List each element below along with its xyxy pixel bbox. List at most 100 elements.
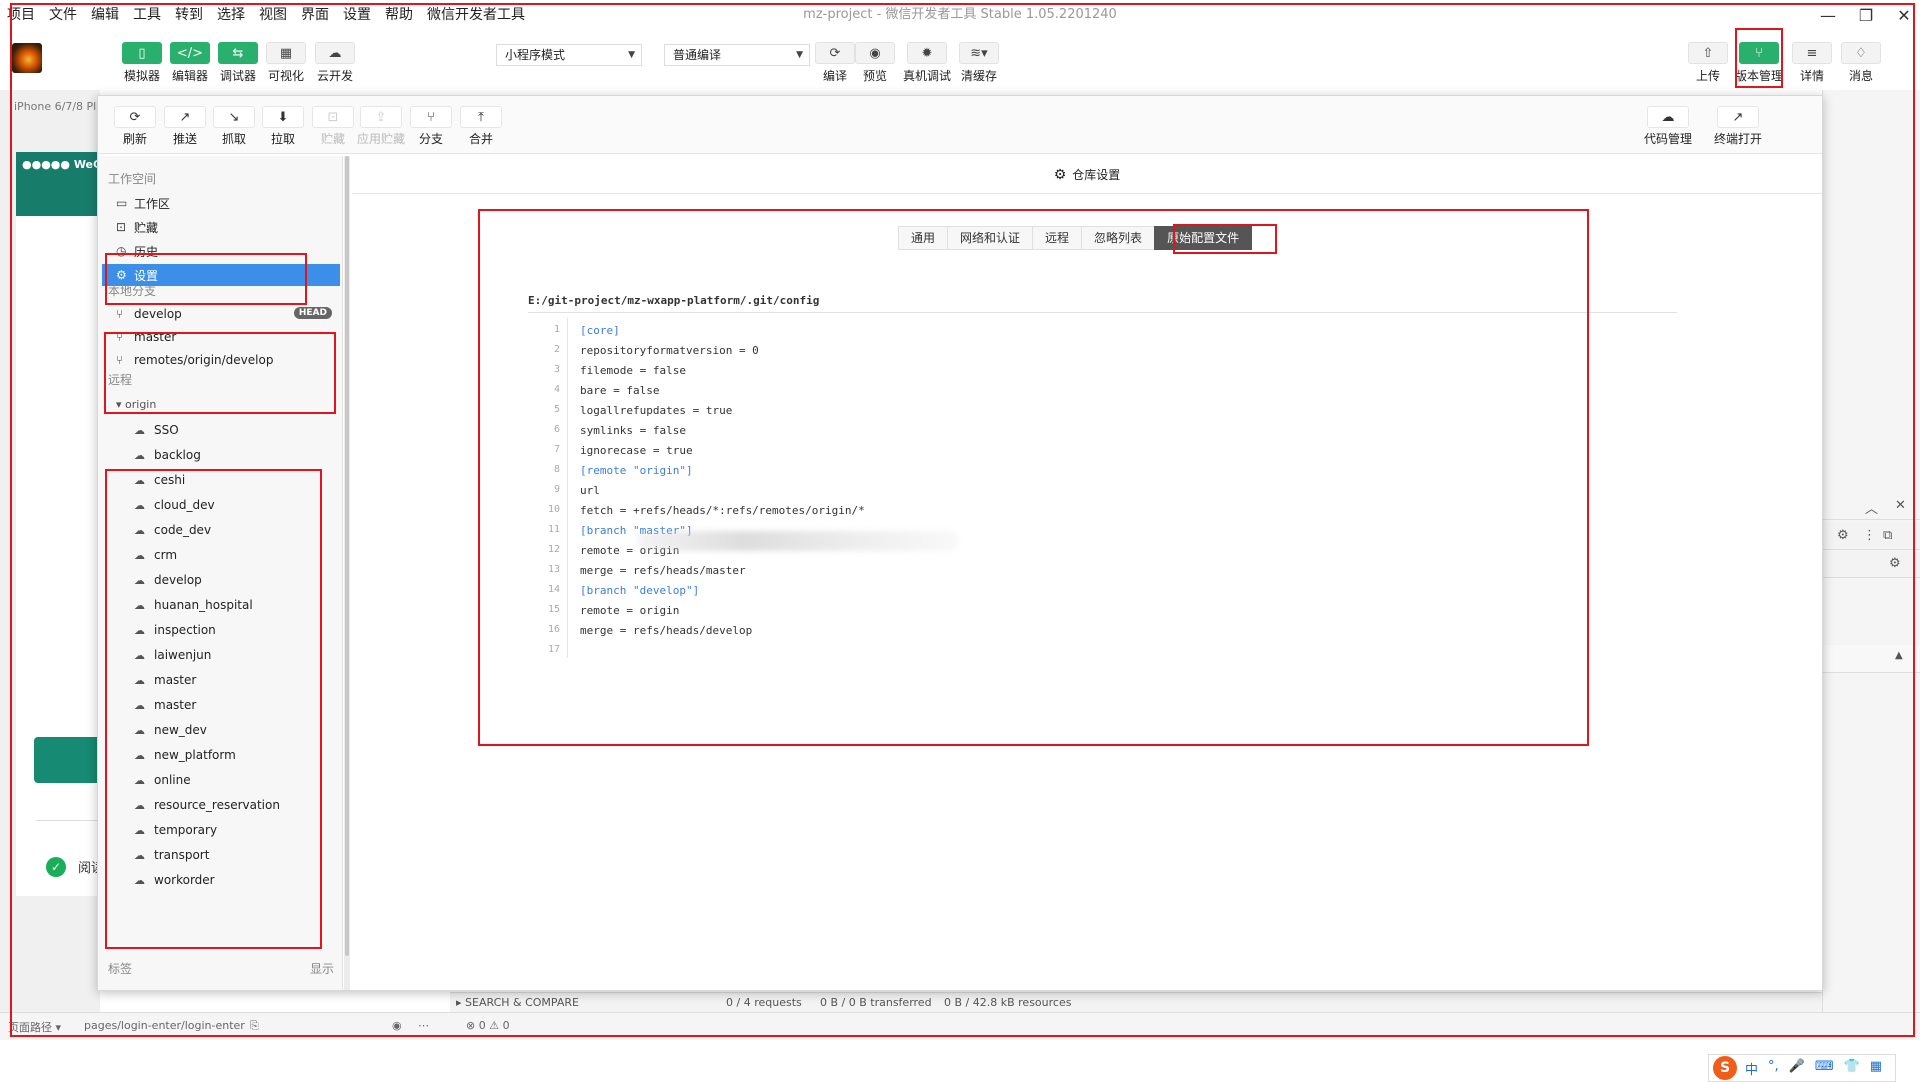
toolbar-button-phone[interactable]: ▯ 模拟器 [117,42,167,84]
gear-icon[interactable]: ⚙ [1889,556,1901,571]
remote-branch-item[interactable]: ☁ resource_reservation [122,794,340,816]
search-compare-toggle[interactable]: ▸ SEARCH & COMPARE [456,996,579,1009]
remote-branch-item[interactable]: ☁ crm [122,544,340,566]
local-branch-item[interactable]: ⑂ remotes/origin/develop [102,349,340,371]
tab-2[interactable]: 远程 [1032,226,1083,250]
ime-key-4[interactable]: 👕 [1844,1059,1860,1078]
git-button-merge[interactable]: ⤒ 合并 [456,106,506,147]
code-line[interactable]: ignorecase = true [580,444,693,457]
chevron-up-icon[interactable]: ︿ [1865,498,1878,517]
close-icon[interactable]: ✕ [1884,0,1920,30]
remote-branch-item[interactable]: ☁ backlog [122,444,340,466]
menu-item-6[interactable]: 视图 [252,0,294,30]
ime-toolbar[interactable]: S 中 °, 🎤 ⌨ 👕 ▦ [1708,1054,1896,1082]
menu-item-0[interactable]: 项目 [0,0,42,30]
sidebar-item-1[interactable]: ⊡ 贮藏 [102,216,340,238]
code-line[interactable]: remote = origin [580,604,679,617]
code-line[interactable]: bare = false [580,384,659,397]
remote-branch-item[interactable]: ☁ online [122,769,340,791]
ime-key-2[interactable]: 🎤 [1789,1059,1805,1078]
remote-branch-item[interactable]: ☁ ceshi [122,469,340,491]
compile-select[interactable]: 普通编译 ▼ [664,44,810,66]
code-line[interactable]: repositoryformatversion = 0 [580,344,759,357]
toolbar-button-bug[interactable]: ✹ 真机调试 [902,42,952,84]
toolbar-button-menu[interactable]: ≡ 详情 [1787,42,1837,84]
git-button-cloud-code[interactable]: ☁ 代码管理 [1643,106,1693,147]
git-button-external[interactable]: ↗ 终端打开 [1713,106,1763,147]
remote-branch-item[interactable]: ☁ code_dev [122,519,340,541]
code-line[interactable]: [remote "origin"] [580,464,693,477]
config-editor[interactable]: 1 2 3 4 5 6 7 8 9 10 11 12 13 14 15 16 17 [core] reposito… [528,318,1677,658]
remote-branch-item[interactable]: ☁ workorder [122,869,340,891]
sidebar-item-2[interactable]: ◷ 历史 [102,240,340,262]
copy-icon[interactable]: ⎘ [250,1019,259,1033]
sogou-logo-icon[interactable]: S [1713,1056,1737,1080]
menu-item-5[interactable]: 选择 [210,0,252,30]
ime-key-1[interactable]: °, [1768,1059,1779,1078]
remote-branch-item[interactable]: ☁ new_dev [122,719,340,741]
menu-item-10[interactable]: 微信开发者工具 [420,0,532,30]
code-line[interactable]: url [580,484,600,497]
toolbar-button-branch[interactable]: ⑂ 版本管理 [1734,42,1784,84]
check-icon[interactable]: ✓ [46,857,66,877]
toolbar-button-eye[interactable]: ◉ 预览 [850,42,900,84]
code-line[interactable]: [core] [580,324,620,337]
ime-key-0[interactable]: 中 [1745,1059,1758,1078]
mode-select[interactable]: 小程序模式 ▼ [496,44,642,66]
toolbar-button-debug[interactable]: ⇆ 调试器 [213,42,263,84]
remote-origin-toggle[interactable]: ▾ origin [116,398,156,411]
toolbar-button-layers[interactable]: ≋▾ 清缓存 [954,42,1004,84]
code-line[interactable]: filemode = false [580,364,686,377]
menu-item-3[interactable]: 工具 [126,0,168,30]
code-line[interactable]: merge = refs/heads/develop [580,624,752,637]
remote-branch-item[interactable]: ☁ master [122,669,340,691]
toolbar-button-bell[interactable]: ♢ 消息 [1836,42,1886,84]
menu-item-9[interactable]: 帮助 [378,0,420,30]
toolbar-button-cloud[interactable]: ☁ 云开发 [310,42,360,84]
menu-item-8[interactable]: 设置 [336,0,378,30]
git-button-refresh[interactable]: ⟳ 刷新 [110,106,160,147]
triangle-up-icon[interactable]: ▲ [1895,650,1903,661]
error-warning-count[interactable]: ⊗ 0 ⚠ 0 [466,1019,510,1032]
tags-show-link[interactable]: 显示 [310,960,334,977]
more-icon[interactable]: ⋯ [418,1019,429,1032]
toolbar-button-upload[interactable]: ⇧ 上传 [1683,42,1733,84]
remote-branch-item[interactable]: ☁ master [122,694,340,716]
dock-icon[interactable]: ⧉ [1883,528,1892,543]
code-line[interactable]: merge = refs/heads/master [580,564,746,577]
ime-key-3[interactable]: ⌨ [1815,1059,1834,1078]
menu-item-4[interactable]: 转到 [168,0,210,30]
sidebar-item-0[interactable]: ▭ 工作区 [102,192,340,214]
remote-branch-item[interactable]: ☁ huanan_hospital [122,594,340,616]
git-button-branch[interactable]: ⑂ 分支 [406,106,456,147]
avatar[interactable] [12,43,42,73]
remote-branch-item[interactable]: ☁ transport [122,844,340,866]
minimize-icon[interactable]: — [1808,0,1848,30]
code-line[interactable]: [branch "develop"] [580,584,699,597]
sidebar-scrollbar[interactable] [344,156,350,990]
simulator-login-button[interactable] [34,737,100,783]
simulator-screen[interactable] [16,216,100,896]
code-line[interactable]: fetch = +refs/heads/*:refs/remotes/origi… [580,504,865,517]
menu-item-7[interactable]: 界面 [294,0,336,30]
device-label[interactable]: iPhone 6/7/8 Plus [14,100,100,113]
tab-1[interactable]: 网络和认证 [947,226,1034,250]
remote-branch-item[interactable]: ☁ laiwenjun [122,644,340,666]
tab-3[interactable]: 忽略列表 [1081,226,1156,250]
menu-item-1[interactable]: 文件 [42,0,84,30]
remote-branch-item[interactable]: ☁ cloud_dev [122,494,340,516]
toolbar-button-code[interactable]: </> 编辑器 [165,42,215,84]
close-icon[interactable]: ✕ [1895,498,1906,513]
restore-icon[interactable]: ❐ [1846,0,1886,30]
git-button-pull[interactable]: ⬇ 拉取 [258,106,308,147]
menu-item-2[interactable]: 编辑 [84,0,126,30]
remote-branch-item[interactable]: ☁ SSO [122,419,340,441]
page-path-label[interactable]: 页面路径 ▾ [8,1019,61,1035]
local-branch-item[interactable]: ⑂ develop HEAD [102,303,340,325]
toolbar-button-layout[interactable]: ▦ 可视化 [261,42,311,84]
code-line[interactable]: symlinks = false [580,424,686,437]
more-icon[interactable]: ⋮ [1863,528,1876,543]
remote-branch-item[interactable]: ☁ new_platform [122,744,340,766]
local-branch-item[interactable]: ⑂ master [102,326,340,348]
tab-4[interactable]: 原始配置文件 [1154,226,1253,250]
